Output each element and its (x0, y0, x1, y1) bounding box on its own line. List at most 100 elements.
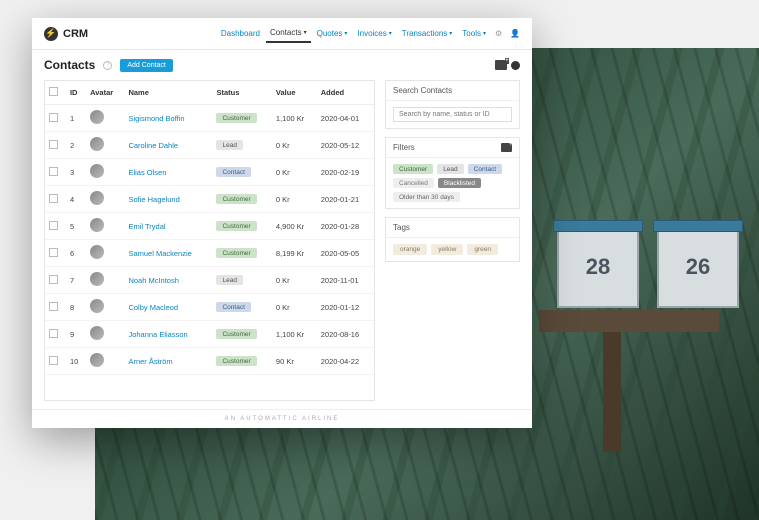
row-checkbox[interactable] (49, 329, 58, 338)
cell-value: 1,100 Kr (272, 105, 317, 132)
cell-value: 4,900 Kr (272, 213, 317, 240)
search-input[interactable] (393, 107, 512, 122)
tag-orange[interactable]: orange (393, 244, 427, 255)
nav-item-quotes[interactable]: Quotes▾ (313, 25, 352, 42)
gear-icon[interactable]: ⚙ (495, 29, 505, 39)
tag-green[interactable]: green (467, 244, 498, 255)
chevron-down-icon: ▾ (304, 29, 307, 36)
cell-id: 2 (66, 132, 86, 159)
nav-item-dashboard[interactable]: Dashboard (217, 25, 264, 42)
column-header[interactable]: Added (317, 81, 374, 105)
select-all-checkbox[interactable] (49, 87, 58, 96)
filter-cancelled[interactable]: Cancelled (393, 178, 434, 188)
column-header[interactable]: Name (124, 81, 212, 105)
status-badge: Lead (216, 140, 242, 150)
chevron-down-icon: ▾ (449, 30, 452, 37)
avatar (90, 191, 104, 205)
table-row: 9Johanna EliassonCustomer1,100 Kr2020-08… (45, 321, 374, 348)
cell-added: 2020-08-16 (317, 321, 374, 348)
table-row: 1Sigismond BoffinCustomer1,100 Kr2020-04… (45, 105, 374, 132)
filters-panel: Filters CustomerLeadContactCancelledBlac… (385, 137, 520, 209)
status-badge: Customer (216, 356, 256, 366)
tag-yellow[interactable]: yellow (431, 244, 463, 255)
user-icon[interactable]: 👤 (510, 29, 520, 39)
contact-name-link[interactable]: Samuel Mackenzie (128, 249, 191, 258)
search-panel-title: Search Contacts (386, 81, 519, 101)
column-header[interactable]: Avatar (86, 81, 124, 105)
cell-id: 4 (66, 186, 86, 213)
page-title: Contacts (44, 58, 95, 72)
cell-value: 1,100 Kr (272, 321, 317, 348)
nav-item-transactions[interactable]: Transactions▾ (398, 25, 457, 42)
cell-id: 8 (66, 294, 86, 321)
filter-blacklisted[interactable]: Blacklisted (438, 178, 481, 188)
cell-added: 2020-04-22 (317, 348, 374, 375)
table-row: 2 Caroline Dahle Lead 0 Kr2020-05-12 (45, 132, 374, 159)
nav-item-invoices[interactable]: Invoices▾ (353, 25, 395, 42)
cell-added: 2020-11-01 (317, 267, 374, 294)
add-filter-icon[interactable] (501, 143, 512, 152)
search-panel: Search Contacts (385, 80, 520, 129)
contacts-table-panel: IDAvatarNameStatusValueAdded 1 Sigismond … (44, 80, 375, 401)
cell-id: 9 (66, 321, 86, 348)
tags-panel: Tags orangeyellowgreen (385, 217, 520, 262)
add-contact-button[interactable]: Add Contact (120, 59, 173, 72)
row-checkbox[interactable] (49, 302, 58, 311)
contact-name-link[interactable]: Noah McIntosh (128, 276, 178, 285)
cell-id: 1 (66, 105, 86, 132)
filter-contact[interactable]: Contact (468, 164, 502, 174)
table-row: 10Arner ÅströmCustomer90 Kr2020-04-22 (45, 348, 374, 375)
cell-added: 2020-02-19 (317, 159, 374, 186)
column-header[interactable]: Status (212, 81, 271, 105)
contact-name-link[interactable]: Emil Trydal (128, 222, 165, 231)
avatar (90, 299, 104, 313)
brand-text: CRM (63, 28, 88, 40)
contact-name-link[interactable]: Colby Macleod (128, 303, 178, 312)
chevron-down-icon: ▾ (389, 30, 392, 37)
contact-name-link[interactable]: Caroline Dahle (128, 141, 178, 150)
column-header[interactable]: Value (272, 81, 317, 105)
chevron-down-icon: ▾ (483, 30, 486, 37)
row-checkbox[interactable] (49, 248, 58, 257)
column-header[interactable]: ID (66, 81, 86, 105)
status-badge: Lead (216, 275, 242, 285)
contact-name-link[interactable]: Sigismond Boffin (128, 114, 184, 123)
status-badge: Customer (216, 113, 256, 123)
table-row: 7Noah McIntoshLead0 Kr2020-11-01 (45, 267, 374, 294)
filter-customer[interactable]: Customer (393, 164, 433, 174)
cell-value: 0 Kr (272, 132, 317, 159)
row-checkbox[interactable] (49, 167, 58, 176)
row-checkbox[interactable] (49, 356, 58, 365)
card-view-icon[interactable] (495, 60, 507, 70)
row-checkbox[interactable] (49, 275, 58, 284)
status-badge: Customer (216, 221, 256, 231)
row-checkbox[interactable] (49, 221, 58, 230)
page-header: Contacts ? Add Contact (32, 50, 532, 80)
contact-name-link[interactable]: Elias Olsen (128, 168, 166, 177)
cell-added: 2020-01-12 (317, 294, 374, 321)
post-decor (539, 310, 719, 332)
settings-icon[interactable] (511, 61, 520, 70)
filter-older[interactable]: Older than 30 days (393, 192, 460, 202)
avatar (90, 137, 104, 151)
brand-logo-icon: ⚡ (44, 27, 58, 41)
row-checkbox[interactable] (49, 140, 58, 149)
cell-added: 2020-01-28 (317, 213, 374, 240)
cell-id: 7 (66, 267, 86, 294)
cell-added: 2020-05-12 (317, 132, 374, 159)
contact-name-link[interactable]: Sofie Hagelund (128, 195, 179, 204)
filter-lead[interactable]: Lead (437, 164, 463, 174)
mailboxes-decor: 28 26 (557, 230, 739, 308)
cell-added: 2020-05-05 (317, 240, 374, 267)
nav-item-contacts[interactable]: Contacts▾ (266, 24, 311, 43)
contact-name-link[interactable]: Johanna Eliasson (128, 330, 187, 339)
nav-item-tools[interactable]: Tools▾ (458, 25, 490, 42)
info-icon[interactable]: ? (103, 61, 112, 70)
main-nav: DashboardContacts▾Quotes▾Invoices▾Transa… (217, 24, 520, 43)
row-checkbox[interactable] (49, 113, 58, 122)
cell-value: 0 Kr (272, 159, 317, 186)
row-checkbox[interactable] (49, 194, 58, 203)
avatar (90, 110, 104, 124)
contact-name-link[interactable]: Arner Åström (128, 357, 172, 366)
footer-text: AN AUTOMATTIC AIRLINE (32, 409, 532, 428)
